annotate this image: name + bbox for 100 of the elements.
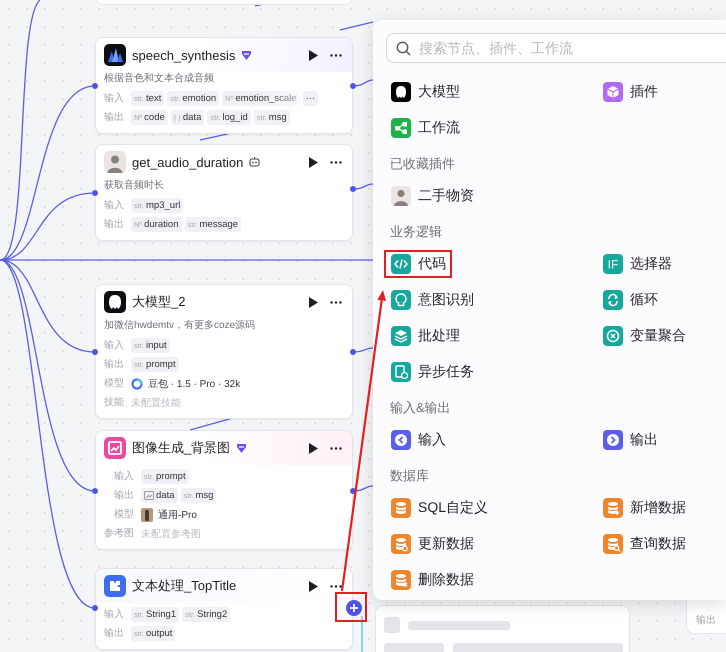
node-title: 文本处理_TopTitle <box>132 577 236 595</box>
node-icon <box>104 437 126 459</box>
menu-item[interactable]: 删除数据 <box>384 566 480 594</box>
llm-icon <box>391 82 411 102</box>
query-icon <box>603 534 623 554</box>
port-dot[interactable] <box>92 488 98 494</box>
section-title: 业务逻辑 <box>390 223 443 241</box>
menu-item[interactable]: 二手物资 <box>384 182 480 210</box>
run-icon[interactable] <box>309 442 318 454</box>
workflow-icon <box>391 118 411 138</box>
image-type-icon <box>144 491 154 500</box>
output-icon <box>603 430 623 450</box>
search-icon <box>396 41 411 56</box>
add-node-button[interactable] <box>346 600 362 616</box>
param-label: 输入 <box>104 92 124 106</box>
batch-icon <box>391 326 411 346</box>
menu-item[interactable]: 意图识别 <box>384 286 480 314</box>
param-label: 输入 <box>104 198 124 213</box>
menu-item[interactable]: 代码 <box>384 250 452 278</box>
menu-item[interactable]: 输出 <box>596 426 664 454</box>
node-title: 图像生成_背景图 <box>132 439 230 457</box>
param-tag: data <box>141 488 178 503</box>
section-title: 输入&输出 <box>390 399 452 417</box>
run-icon[interactable] <box>309 296 318 308</box>
selector-icon: IF <box>603 254 623 274</box>
insert-icon <box>603 498 623 518</box>
menu-item[interactable]: 工作流 <box>384 114 466 142</box>
empty-setting-text: 未配置参考图 <box>141 528 202 540</box>
input-icon <box>391 430 411 450</box>
more-icon[interactable] <box>330 584 342 588</box>
menu-item[interactable]: 批处理 <box>384 322 466 350</box>
section-title: 已收藏插件 <box>390 155 456 173</box>
delete-icon <box>391 570 411 590</box>
menu-item[interactable]: IF 选择器 <box>596 250 678 278</box>
model-logo-icon <box>131 378 143 390</box>
aggregate-icon <box>603 326 623 346</box>
param-label: 参考图 <box>104 526 134 541</box>
intent-icon <box>391 290 411 310</box>
connection-line <box>340 21 374 31</box>
premium-badge-icon <box>236 444 248 452</box>
premium-badge-icon <box>241 50 252 60</box>
async-icon <box>391 362 411 382</box>
node-icon <box>104 151 126 173</box>
port-dot[interactable] <box>92 83 98 89</box>
menu-item[interactable]: 查询数据 <box>596 530 692 558</box>
menu-item[interactable]: 新增数据 <box>596 494 692 522</box>
node-icon <box>104 44 126 66</box>
node-description: 加微信hwdemtv，有更多coze源码 <box>104 319 256 333</box>
robot-badge-icon <box>249 157 260 167</box>
node-icon <box>104 291 126 313</box>
param-label: 输入 <box>104 608 124 622</box>
update-icon <box>391 534 411 554</box>
more-icon[interactable] <box>330 446 342 450</box>
node-title: get_audio_duration <box>132 154 244 170</box>
node-icon <box>104 575 126 597</box>
param-label: 输入 <box>104 338 124 353</box>
port-dot[interactable] <box>350 488 356 494</box>
node-title: speech_synthesis <box>132 48 236 62</box>
run-icon[interactable] <box>309 156 318 168</box>
param-label: 输出 <box>114 488 134 503</box>
param-label: 输出 <box>696 615 716 626</box>
run-icon[interactable] <box>309 580 318 592</box>
menu-item[interactable]: 循环 <box>596 286 664 314</box>
plugin-icon <box>603 82 623 102</box>
node-title: 大模型_2 <box>132 293 186 311</box>
menu-item[interactable]: 变量聚合 <box>596 322 692 350</box>
menu-item[interactable]: SQL自定义 <box>384 494 494 522</box>
param-label: 技能 <box>104 396 124 410</box>
avatar-icon <box>391 186 411 206</box>
port-dot[interactable] <box>350 349 356 355</box>
port-dot[interactable] <box>350 83 356 89</box>
menu-item[interactable]: 大模型 <box>384 78 466 106</box>
menu-item[interactable]: 更新数据 <box>384 530 480 558</box>
more-icon[interactable] <box>330 54 342 56</box>
more-params-chip: ··· <box>302 91 318 106</box>
model-thumbnail-icon <box>141 508 153 522</box>
port-dot[interactable] <box>92 190 98 196</box>
model-name: 通用-Pro <box>158 508 197 522</box>
port-dot[interactable] <box>350 186 356 192</box>
node-description: 获取音频时长 <box>104 179 165 193</box>
sql-icon <box>391 498 411 518</box>
param-label: 输出 <box>104 358 124 372</box>
search-field[interactable]: 搜索节点、插件、工作流 <box>386 33 726 63</box>
run-icon[interactable] <box>309 50 318 60</box>
plus-icon <box>349 603 359 613</box>
menu-item[interactable]: 输入 <box>384 426 452 454</box>
param-label: 输出 <box>104 110 124 125</box>
loop-icon <box>603 290 623 310</box>
param-label: 输出 <box>104 626 124 641</box>
menu-item[interactable]: 异步任务 <box>384 358 480 386</box>
port-dot[interactable] <box>92 605 98 611</box>
code-icon <box>391 254 411 274</box>
port-dot[interactable] <box>92 349 98 355</box>
more-icon[interactable] <box>330 300 342 304</box>
more-icon[interactable] <box>330 160 342 164</box>
empty-setting-text: 未配置技能 <box>131 396 182 410</box>
model-name: 豆包 · 1.5 · Pro · 32k <box>148 378 240 390</box>
menu-item[interactable]: 插件 <box>596 78 664 106</box>
param-label: 输出 <box>104 218 124 232</box>
param-label: 输入 <box>114 470 134 484</box>
